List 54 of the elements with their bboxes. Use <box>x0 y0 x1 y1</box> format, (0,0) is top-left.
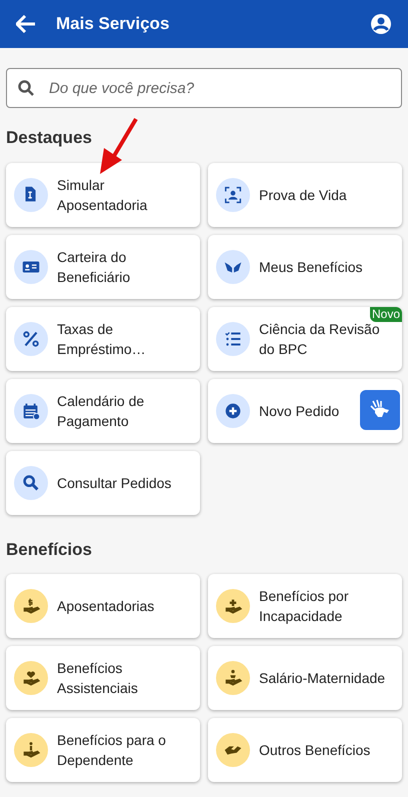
service-label: Taxas de Empréstimo… <box>57 320 147 358</box>
service-label: Outros Benefícios <box>259 741 370 760</box>
service-card[interactable]: Aposentadorias <box>6 574 200 638</box>
search-icon <box>18 80 34 96</box>
service-label: Consultar Pedidos <box>57 474 172 492</box>
service-card[interactable]: Ciência da Revisão do BPC Novo <box>208 306 402 370</box>
service-card[interactable]: Outros Benefícios <box>208 718 402 782</box>
service-icon <box>14 589 48 623</box>
service-icon <box>216 394 250 428</box>
service-icon <box>216 322 250 356</box>
service-card[interactable]: Benefícios para o Dependente <box>6 718 200 782</box>
service-icon <box>14 466 48 500</box>
service-icon <box>216 250 250 284</box>
section-heading: Destaques <box>6 127 93 149</box>
sign-language-button[interactable] <box>360 390 400 430</box>
service-card[interactable]: Meus Benefícios <box>208 234 402 298</box>
service-icon <box>216 178 250 212</box>
service-card[interactable]: Calendário de Pagamento <box>6 378 200 442</box>
service-card[interactable]: Consultar Pedidos <box>6 450 200 514</box>
service-card[interactable]: Simular Aposentadoria <box>6 162 200 226</box>
service-icon <box>14 250 48 284</box>
service-icon <box>14 394 48 428</box>
service-card[interactable]: Benefícios Assistenciais <box>6 646 200 710</box>
service-card[interactable]: Salário-Maternidade <box>208 646 402 710</box>
service-label: Benefícios por Incapacidade <box>259 587 350 626</box>
service-label: Calendário de Pagamento <box>57 392 146 430</box>
service-label: Meus Benefícios <box>259 258 362 276</box>
back-icon[interactable] <box>16 15 36 33</box>
page-title: Mais Serviços <box>56 13 170 36</box>
service-label: Novo Pedido <box>259 402 340 420</box>
service-label: Simular Aposentadoria <box>57 176 148 214</box>
service-card[interactable]: Prova de Vida <box>208 162 402 226</box>
service-label: Prova de Vida <box>259 186 347 204</box>
service-label: Salário-Maternidade <box>259 669 386 688</box>
service-icon <box>14 661 48 695</box>
service-label: Aposentadorias <box>57 597 154 616</box>
service-label: Benefícios Assistenciais <box>57 659 139 698</box>
section-heading: Benefícios <box>6 538 93 560</box>
service-icon <box>14 733 48 767</box>
service-icon <box>14 322 48 356</box>
service-icon <box>216 661 250 695</box>
search-field[interactable]: Do que você precisa? <box>6 68 402 108</box>
account-icon[interactable] <box>370 13 392 35</box>
service-card[interactable]: Benefícios por Incapacidade <box>208 574 402 638</box>
service-icon <box>14 178 48 212</box>
service-label: Benefícios para o Dependente <box>57 731 167 770</box>
service-label: Carteira do Beneficiário <box>57 248 132 286</box>
service-card[interactable]: Novo Pedido <box>208 378 402 442</box>
service-icon <box>216 733 250 767</box>
service-card[interactable]: Carteira do Beneficiário <box>6 234 200 298</box>
service-label: Ciência da Revisão do BPC <box>259 320 381 358</box>
service-card[interactable]: Taxas de Empréstimo… <box>6 306 200 370</box>
new-badge: Novo <box>370 306 402 322</box>
service-icon <box>216 589 250 623</box>
